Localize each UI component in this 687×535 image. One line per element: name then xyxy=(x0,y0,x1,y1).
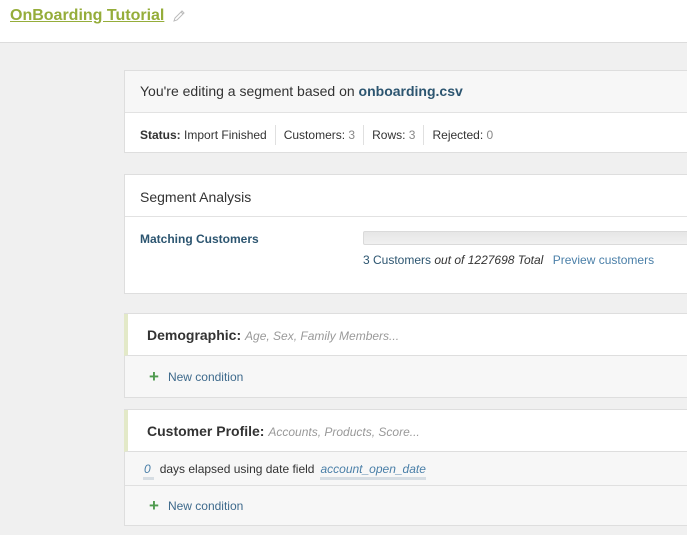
segment-info-panel: You're editing a segment based on onboar… xyxy=(124,70,687,153)
customer-profile-panel: Customer Profile: Accounts, Products, Sc… xyxy=(124,409,687,526)
stat-customers-key: Customers: xyxy=(283,128,346,142)
stat-rows-key: Rows: xyxy=(372,128,406,142)
profile-new-condition-button[interactable]: + New condition xyxy=(149,496,244,515)
matching-summary: 3 Customers out of 1227698 Total Preview… xyxy=(363,253,654,267)
preview-customers-link[interactable]: Preview customers xyxy=(553,253,654,267)
customer-profile-header: Customer Profile: Accounts, Products, Sc… xyxy=(124,410,687,452)
stat-rows: Rows: 3 xyxy=(363,125,423,145)
stat-customers: Customers: 3 xyxy=(274,125,363,145)
plus-icon: + xyxy=(149,496,159,515)
stat-customers-value: 3 xyxy=(348,128,356,142)
stat-rejected: Rejected: 0 xyxy=(423,125,501,145)
segment-info-header: You're editing a segment based on onboar… xyxy=(125,71,687,113)
matching-count: 3 Customers xyxy=(363,253,432,267)
demographic-new-condition-button[interactable]: + New condition xyxy=(149,367,244,386)
matching-total: out of 1227698 Total xyxy=(431,253,544,267)
matching-customers-label: Matching Customers xyxy=(140,232,259,246)
new-condition-label: New condition xyxy=(167,499,244,513)
stat-rows-value: 3 xyxy=(408,128,416,142)
segment-analysis-title: Segment Analysis xyxy=(125,175,687,217)
segment-info-prefix: You're editing a segment based on xyxy=(140,83,359,99)
stat-status-value: Import Finished xyxy=(184,128,267,142)
stat-status-key: Status: xyxy=(140,128,181,142)
customer-profile-body: 0 days elapsed using date field account_op… xyxy=(125,452,687,525)
stat-status: Status: Import Finished xyxy=(140,125,275,145)
segment-analysis-panel: Segment Analysis Matching Customers 3 Cu… xyxy=(124,174,687,294)
segment-title-link[interactable]: OnBoarding Tutorial xyxy=(10,7,164,25)
demographic-header: Demographic: Age, Sex, Family Members... xyxy=(124,314,687,356)
customer-profile-title: Customer Profile: xyxy=(147,423,265,439)
plus-icon: + xyxy=(149,367,159,386)
segment-analysis-body: Matching Customers 3 Customers out of 12… xyxy=(125,217,687,294)
stat-rejected-value: 0 xyxy=(486,128,494,142)
demographic-body: + New condition xyxy=(125,356,687,397)
rule-text: days elapsed using date field xyxy=(159,462,315,476)
days-value-field[interactable]: 0 xyxy=(143,462,154,480)
top-bar: OnBoarding Tutorial xyxy=(0,0,687,43)
demographic-title: Demographic: xyxy=(147,327,242,343)
days-elapsed-rule: 0 days elapsed using date field account_op… xyxy=(125,452,687,486)
stat-rejected-key: Rejected: xyxy=(432,128,484,142)
date-field-selector[interactable]: account_open_date xyxy=(320,462,426,480)
matching-progress-bar xyxy=(363,231,687,245)
new-condition-label: New condition xyxy=(167,370,244,384)
customer-profile-hint: Accounts, Products, Score... xyxy=(268,425,420,439)
import-stats: Status: Import Finished Customers: 3 Row… xyxy=(125,113,687,145)
demographic-hint: Age, Sex, Family Members... xyxy=(245,329,400,343)
source-file-name: onboarding.csv xyxy=(358,83,463,99)
demographic-panel: Demographic: Age, Sex, Family Members...… xyxy=(124,313,687,398)
pencil-icon[interactable] xyxy=(172,9,186,23)
